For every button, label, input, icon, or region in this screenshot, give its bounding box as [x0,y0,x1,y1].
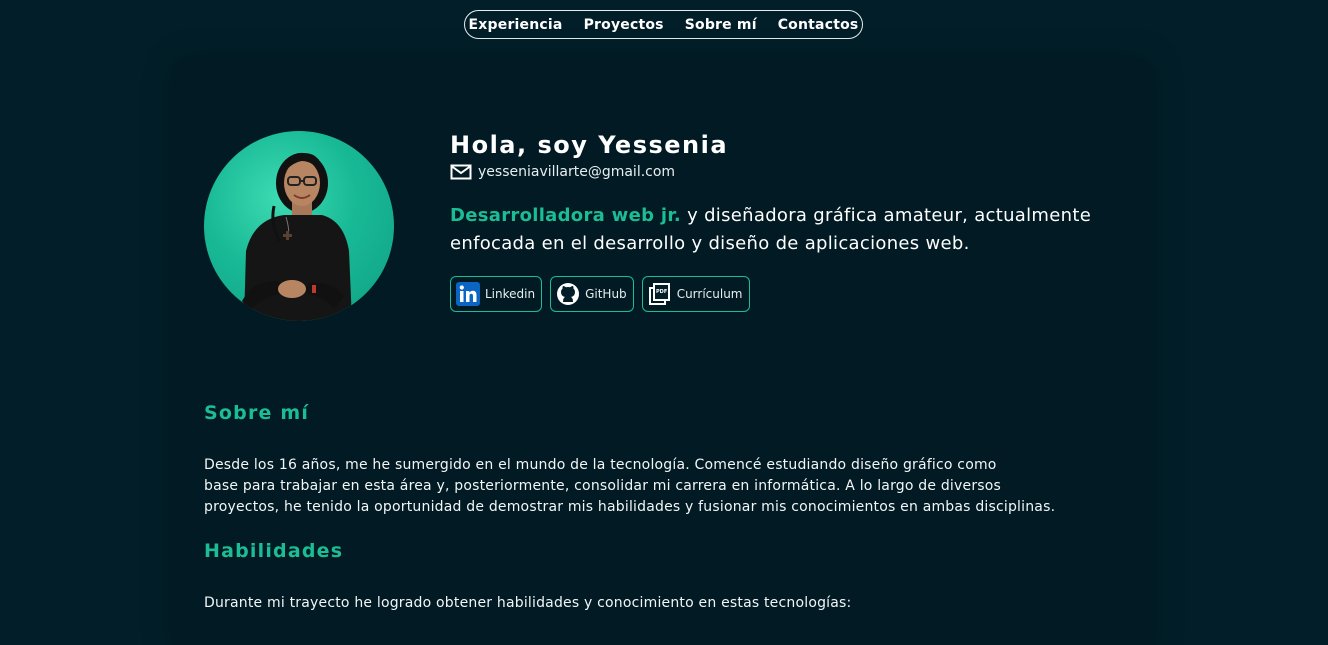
hero-role: Desarrolladora web jr. [450,205,682,226]
top-navigation: Experiencia Proyectos Sobre mí Contactos [464,10,863,39]
about-title: Sobre mí [204,402,310,424]
hero-description: Desarrolladora web jr. y diseñadora gráf… [450,202,1130,258]
email-address[interactable]: yesseniavillarte@gmail.com [478,164,675,180]
nav-item-sobre-mi[interactable]: Sobre mí [685,17,757,33]
curriculum-button[interactable]: PDF Currículum [641,276,750,312]
mail-icon [450,163,472,181]
github-button[interactable]: GitHub [550,276,634,312]
linkedin-label: Linkedin [485,287,536,301]
skills-title: Habilidades [204,540,344,562]
svg-text:PDF: PDF [656,289,667,295]
about-line1: Desde los 16 años, me he sumergido en el… [204,457,997,473]
skills-intro: Durante mi trayecto he logrado obtener h… [204,595,852,611]
hero-description-line2: enfocada en el desarrollo y diseño de ap… [450,233,970,254]
github-icon [555,281,581,307]
hero-section: Hola, soy Yessenia yesseniavillarte@gmai… [450,130,1130,312]
nav-item-experiencia[interactable]: Experiencia [469,17,563,33]
hero-title: Hola, soy Yessenia [450,131,729,159]
nav-item-contactos[interactable]: Contactos [778,17,859,33]
curriculum-label: Currículum [676,287,743,301]
profile-avatar [204,131,394,321]
email-row[interactable]: yesseniavillarte@gmail.com [450,163,1130,181]
pdf-icon: PDF [647,281,673,307]
about-line3: proyectos, he tenido la oportunidad de d… [204,499,1056,515]
github-label: GitHub [585,287,627,301]
about-paragraph: Desde los 16 años, me he sumergido en el… [204,455,1104,518]
social-links: Linkedin GitHub PDF Currículum [450,276,1130,312]
about-line2: base para trabajar en esta área y, poste… [204,478,1002,494]
hero-description-line1: y diseñadora gráfica amateur, actualment… [681,205,1092,226]
linkedin-button[interactable]: Linkedin [450,276,543,312]
linkedin-icon [455,281,481,307]
portfolio-page: Experiencia Proyectos Sobre mí Contactos [0,0,1328,645]
profile-photo [242,152,352,321]
nav-item-proyectos[interactable]: Proyectos [584,17,664,33]
